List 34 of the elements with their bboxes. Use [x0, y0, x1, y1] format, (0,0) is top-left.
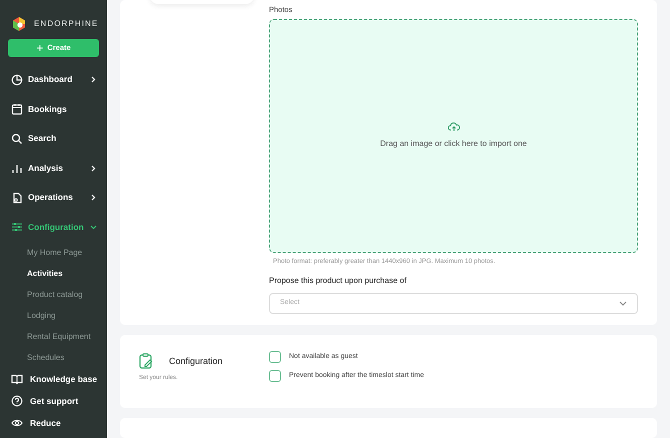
section-title: Configuration — [169, 354, 223, 368]
field-label: Propose this product upon purchase of — [269, 275, 408, 287]
bar-chart-icon — [11, 162, 23, 174]
sidebar-item[interactable]: Operations — [0, 183, 107, 212]
sidebar-item[interactable]: Reduce — [0, 412, 107, 434]
eye-icon — [11, 417, 23, 429]
sidebar-item[interactable]: Get support — [0, 390, 107, 412]
logo-icon — [12, 16, 26, 30]
checkbox[interactable] — [269, 370, 281, 382]
submenu-item[interactable]: My Home Page — [0, 242, 107, 263]
sliders-icon — [11, 221, 23, 234]
search-icon — [11, 132, 23, 145]
submenu-item[interactable]: Activities — [0, 263, 107, 284]
chevron-down-icon — [619, 301, 627, 306]
brand-name: ENDORPHINE — [34, 18, 98, 30]
calendar-icon — [11, 103, 23, 116]
submenu-item[interactable]: Schedules — [0, 347, 107, 368]
help-icon — [11, 395, 23, 407]
sidebar-item[interactable]: Search — [0, 124, 107, 154]
pie-chart-icon — [11, 74, 23, 86]
book-icon — [11, 373, 23, 385]
submenu-item[interactable]: Product catalog — [0, 284, 107, 305]
sidebar-item[interactable]: Dashboard — [0, 65, 107, 94]
clipboard-icon — [139, 353, 153, 370]
upload-icon — [448, 122, 460, 132]
sidebar-item[interactable]: Bookings — [0, 94, 107, 124]
photo-dropzone[interactable]: Drag an image or click here to import one — [269, 19, 638, 254]
submenu-item[interactable]: Rental Equipment — [0, 326, 107, 347]
submenu-item[interactable]: Lodging — [0, 305, 107, 326]
sidebar-item[interactable]: Analysis — [0, 154, 107, 183]
sidebar-item[interactable]: Configuration — [0, 212, 107, 242]
checkbox[interactable] — [269, 351, 281, 364]
document-icon — [11, 192, 23, 204]
sidebar-item[interactable]: Knowledge base — [0, 368, 107, 390]
